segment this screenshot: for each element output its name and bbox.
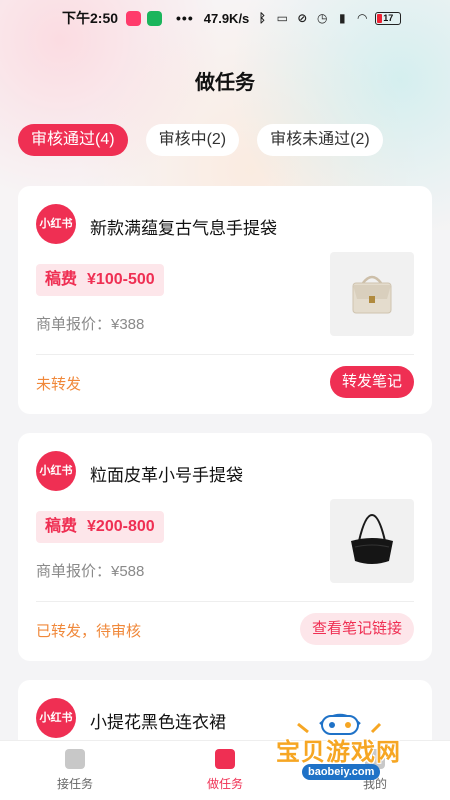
review-tabs: 审核通过(4) 审核中(2) 审核未通过(2) (18, 124, 383, 156)
task-card[interactable]: 小红书 新款满蕴复古气息手提袋 稿费 ¥100-500 商单报价：¥388 未转发… (18, 186, 432, 414)
watermark-url: baobeiy.com (302, 764, 381, 780)
xiaohongshu-logo: 小红书 (36, 204, 76, 244)
alarm-icon: ◷ (317, 11, 328, 25)
vibrate-icon: ▭ (276, 11, 288, 25)
fee-badge: 稿费 ¥200-800 (36, 511, 164, 543)
forward-status: 未转发 (36, 376, 82, 393)
signal-icon: ▮ (338, 11, 346, 25)
battery-icon: 17 (375, 11, 402, 25)
tab-approved[interactable]: 审核通过(4) (18, 124, 128, 156)
mute-icon: ⊘ (297, 11, 308, 25)
watermark-text: 宝贝游戏网 (276, 739, 401, 766)
task-title: 新款满蕴复古气息手提袋 (90, 219, 277, 238)
handbag-image (351, 513, 393, 564)
handbag-image (352, 275, 392, 314)
page-title: 做任务 (195, 72, 255, 94)
fee-range: ¥100-500 (87, 271, 155, 288)
nav-label: 接任务 (56, 777, 93, 791)
app-notification-icon (147, 10, 163, 26)
wifi-icon: ◠ (357, 11, 367, 25)
watermark: 宝贝游戏网 baobeiy.com (268, 702, 428, 792)
xiaohongshu-logo: 小红书 (36, 698, 76, 738)
forward-status: 已转发，待审核 (36, 623, 142, 640)
task-title: 粒面皮革小号手提袋 (90, 466, 243, 485)
fee-label: 稿费 (45, 271, 78, 288)
nav-do-task[interactable]: 做任务 (190, 749, 260, 792)
fee-range: ¥200-800 (87, 518, 155, 535)
tab-rejected[interactable]: 审核未通过(2) (257, 124, 383, 156)
quote-price: 商单报价：¥388 (36, 316, 145, 333)
nav-label: 做任务 (206, 777, 243, 791)
bluetooth-icon: ᛒ (258, 11, 266, 25)
nav-take-task[interactable]: 接任务 (40, 749, 110, 792)
app-notification-icon (126, 10, 142, 26)
task-card[interactable]: 小红书 粒面皮革小号手提袋 稿费 ¥200-800 商单报价：¥588 已转发，待… (18, 433, 432, 661)
check-task-icon (215, 749, 235, 769)
view-note-link-button[interactable]: 查看笔记链接 (299, 613, 414, 645)
tab-reviewing[interactable]: 审核中(2) (145, 124, 240, 156)
product-image[interactable] (330, 499, 414, 583)
network-speed: 47.9K/s (203, 10, 250, 26)
battery-level: 17 (383, 13, 394, 23)
divider (36, 601, 414, 602)
xiaohongshu-logo: 小红书 (36, 451, 76, 491)
fee-label: 稿费 (45, 518, 78, 535)
status-bar: 下午2:50 ••• 47.9K/s ᛒ ▭ ⊘ ◷ ▮ ◠ 17 (0, 0, 450, 36)
status-time: 下午2:50 (62, 10, 119, 26)
task-list-icon (65, 749, 85, 769)
fee-badge: 稿费 ¥100-500 (36, 264, 164, 296)
forward-note-button[interactable]: 转发笔记 (329, 366, 414, 398)
more-notifications-icon: ••• (176, 10, 194, 26)
task-title: 小提花黑色连衣裙 (90, 713, 226, 732)
product-image[interactable] (330, 252, 414, 336)
divider (36, 354, 414, 355)
quote-price: 商单报价：¥588 (36, 563, 145, 580)
